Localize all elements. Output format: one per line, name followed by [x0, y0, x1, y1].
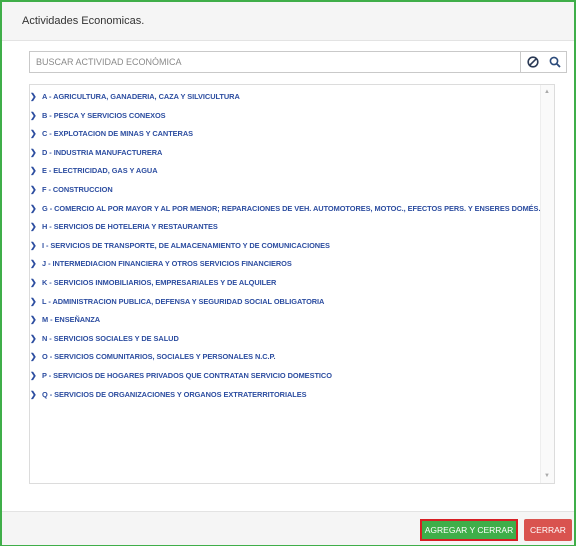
tree-item-label[interactable]: J - INTERMEDIACION FINANCIERA Y OTROS SE…	[42, 255, 550, 274]
tree-item-label[interactable]: I - SERVICIOS DE TRANSPORTE, DE ALMACENA…	[42, 237, 550, 256]
tree-item[interactable]: ❯ L - ADMINISTRACION PUBLICA, DEFENSA Y S…	[30, 293, 550, 312]
chevron-right-icon[interactable]: ❯	[30, 293, 42, 312]
activity-tree: ❯ A - AGRICULTURA, GANADERIA, CAZA Y SILV…	[29, 84, 555, 484]
tree-item-label[interactable]: C - EXPLOTACION DE MINAS Y CANTERAS	[42, 125, 550, 144]
dialog-footer: AGREGAR Y CERRAR CERRAR	[2, 511, 574, 545]
tree-item[interactable]: ❯ H - SERVICIOS DE HOTELERIA Y RESTAURANT…	[30, 218, 550, 237]
scroll-down-icon[interactable]: ▼	[544, 473, 550, 479]
no-entry-icon	[526, 56, 539, 68]
search-button[interactable]	[543, 51, 567, 73]
tree-item[interactable]: ❯ O - SERVICIOS COMUNITARIOS, SOCIALES Y …	[30, 348, 550, 367]
tree-item[interactable]: ❯ K - SERVICIOS INMOBILIARIOS, EMPRESARIA…	[30, 274, 550, 293]
tree-item[interactable]: ❯ P - SERVICIOS DE HOGARES PRIVADOS QUE C…	[30, 367, 550, 386]
tree-item[interactable]: ❯ A - AGRICULTURA, GANADERIA, CAZA Y SILV…	[30, 88, 550, 107]
tree-item-label[interactable]: O - SERVICIOS COMUNITARIOS, SOCIALES Y P…	[42, 348, 550, 367]
clear-search-button[interactable]	[520, 51, 545, 73]
tree-item[interactable]: ❯ J - INTERMEDIACION FINANCIERA Y OTROS S…	[30, 255, 550, 274]
tree-item-label[interactable]: E - ELECTRICIDAD, GAS Y AGUA	[42, 162, 550, 181]
chevron-right-icon[interactable]: ❯	[30, 274, 42, 293]
tree-item-label[interactable]: H - SERVICIOS DE HOTELERIA Y RESTAURANTE…	[42, 218, 550, 237]
chevron-right-icon[interactable]: ❯	[30, 181, 42, 200]
scrollbar[interactable]: ▲ ▼	[540, 85, 554, 483]
tree-item-label[interactable]: B - PESCA Y SERVICIOS CONEXOS	[42, 107, 550, 126]
search-icon	[549, 56, 561, 68]
tree-item[interactable]: ❯ N - SERVICIOS SOCIALES Y DE SALUD	[30, 330, 550, 349]
chevron-right-icon[interactable]: ❯	[30, 386, 42, 405]
tree-item-label[interactable]: D - INDUSTRIA MANUFACTURERA	[42, 144, 550, 163]
tree-item[interactable]: ❯ F - CONSTRUCCION	[30, 181, 550, 200]
dialog-title: Actividades Economicas.	[22, 15, 145, 27]
chevron-right-icon[interactable]: ❯	[30, 162, 42, 181]
dialog-header: Actividades Economicas.	[2, 2, 574, 41]
tree-item[interactable]: ❯ B - PESCA Y SERVICIOS CONEXOS	[30, 107, 550, 126]
tree-item-label[interactable]: M - ENSEÑANZA	[42, 311, 550, 330]
chevron-right-icon[interactable]: ❯	[30, 125, 42, 144]
add-and-close-button[interactable]: AGREGAR Y CERRAR	[420, 519, 518, 541]
tree-item[interactable]: ❯ E - ELECTRICIDAD, GAS Y AGUA	[30, 162, 550, 181]
tree-item-label[interactable]: F - CONSTRUCCION	[42, 181, 550, 200]
activity-list: ❯ A - AGRICULTURA, GANADERIA, CAZA Y SILV…	[30, 88, 550, 404]
search-bar	[29, 51, 567, 73]
chevron-right-icon[interactable]: ❯	[30, 311, 42, 330]
chevron-right-icon[interactable]: ❯	[30, 218, 42, 237]
tree-item[interactable]: ❯ M - ENSEÑANZA	[30, 311, 550, 330]
chevron-right-icon[interactable]: ❯	[30, 255, 42, 274]
economic-activities-dialog: Actividades Economicas. ❯A - AGRICULTURA…	[0, 0, 576, 546]
chevron-right-icon[interactable]: ❯	[30, 330, 42, 349]
tree-item-label[interactable]: K - SERVICIOS INMOBILIARIOS, EMPRESARIAL…	[42, 274, 550, 293]
tree-item-label[interactable]: N - SERVICIOS SOCIALES Y DE SALUD	[42, 330, 550, 349]
tree-item-label[interactable]: Q - SERVICIOS DE ORGANIZACIONES Y ORGANO…	[42, 386, 550, 405]
search-input[interactable]	[29, 51, 521, 73]
chevron-right-icon[interactable]: ❯	[30, 107, 42, 126]
chevron-right-icon[interactable]: ❯	[30, 367, 42, 386]
tree-item-label[interactable]: P - SERVICIOS DE HOGARES PRIVADOS QUE CO…	[42, 367, 550, 386]
scroll-up-icon[interactable]: ▲	[544, 89, 550, 95]
tree-item[interactable]: ❯ G - COMERCIO AL POR MAYOR Y AL POR MENO…	[30, 200, 550, 219]
tree-item-label[interactable]: L - ADMINISTRACION PUBLICA, DEFENSA Y SE…	[42, 293, 550, 312]
tree-item[interactable]: ❯ I - SERVICIOS DE TRANSPORTE, DE ALMACEN…	[30, 237, 550, 256]
tree-item[interactable]: ❯ D - INDUSTRIA MANUFACTURERA	[30, 144, 550, 163]
tree-item[interactable]: ❯ Q - SERVICIOS DE ORGANIZACIONES Y ORGAN…	[30, 386, 550, 405]
tree-item[interactable]: ❯ C - EXPLOTACION DE MINAS Y CANTERAS	[30, 125, 550, 144]
chevron-right-icon[interactable]: ❯	[30, 200, 42, 219]
close-button[interactable]: CERRAR	[524, 519, 572, 541]
chevron-right-icon[interactable]: ❯	[30, 348, 42, 367]
tree-item-label[interactable]: G - COMERCIO AL POR MAYOR Y AL POR MENOR…	[42, 200, 550, 219]
chevron-right-icon[interactable]: ❯	[30, 88, 42, 107]
chevron-right-icon[interactable]: ❯	[30, 237, 42, 256]
chevron-right-icon[interactable]: ❯	[30, 144, 42, 163]
tree-item-label[interactable]: A - AGRICULTURA, GANADERIA, CAZA Y SILVI…	[42, 88, 550, 107]
